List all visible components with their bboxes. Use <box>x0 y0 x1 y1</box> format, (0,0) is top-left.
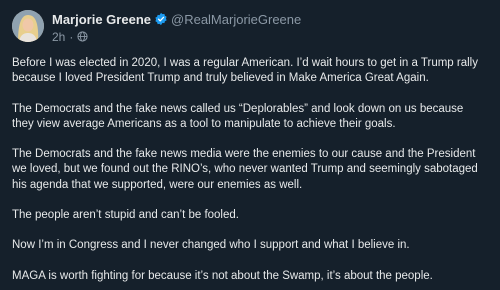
author-name[interactable]: Marjorie Greene <box>52 12 151 27</box>
tweet-paragraph: The Democrats and the fake news called u… <box>12 102 464 130</box>
globe-icon <box>77 31 88 42</box>
author-handle[interactable]: @RealMarjorieGreene <box>171 12 301 27</box>
verified-badge-icon <box>154 12 168 26</box>
avatar[interactable] <box>12 10 44 42</box>
tweet-paragraph: MAGA is worth fighting for because it’s … <box>12 269 433 282</box>
profile-photo-icon <box>12 10 44 42</box>
tweet-header: Marjorie Greene @RealMarjorieGreene 2h · <box>52 10 488 48</box>
tweet-paragraph: Now I’m in Congress and I never changed … <box>12 239 410 252</box>
tweet-paragraph: Before I was elected in 2020, I was a re… <box>12 57 478 85</box>
name-row: Marjorie Greene @RealMarjorieGreene <box>52 10 488 28</box>
timestamp[interactable]: 2h <box>52 30 65 44</box>
tweet-paragraph: The Democrats and the fake news media we… <box>12 148 478 191</box>
tweet-text: Before I was elected in 2020, I was a re… <box>12 56 488 284</box>
meta-separator: · <box>69 29 74 44</box>
tweet-paragraph: The people aren’t stupid and can’t be fo… <box>12 208 239 221</box>
tweet-meta: 2h · <box>52 29 488 44</box>
tweet-card: Marjorie Greene @RealMarjorieGreene 2h · <box>0 0 500 290</box>
